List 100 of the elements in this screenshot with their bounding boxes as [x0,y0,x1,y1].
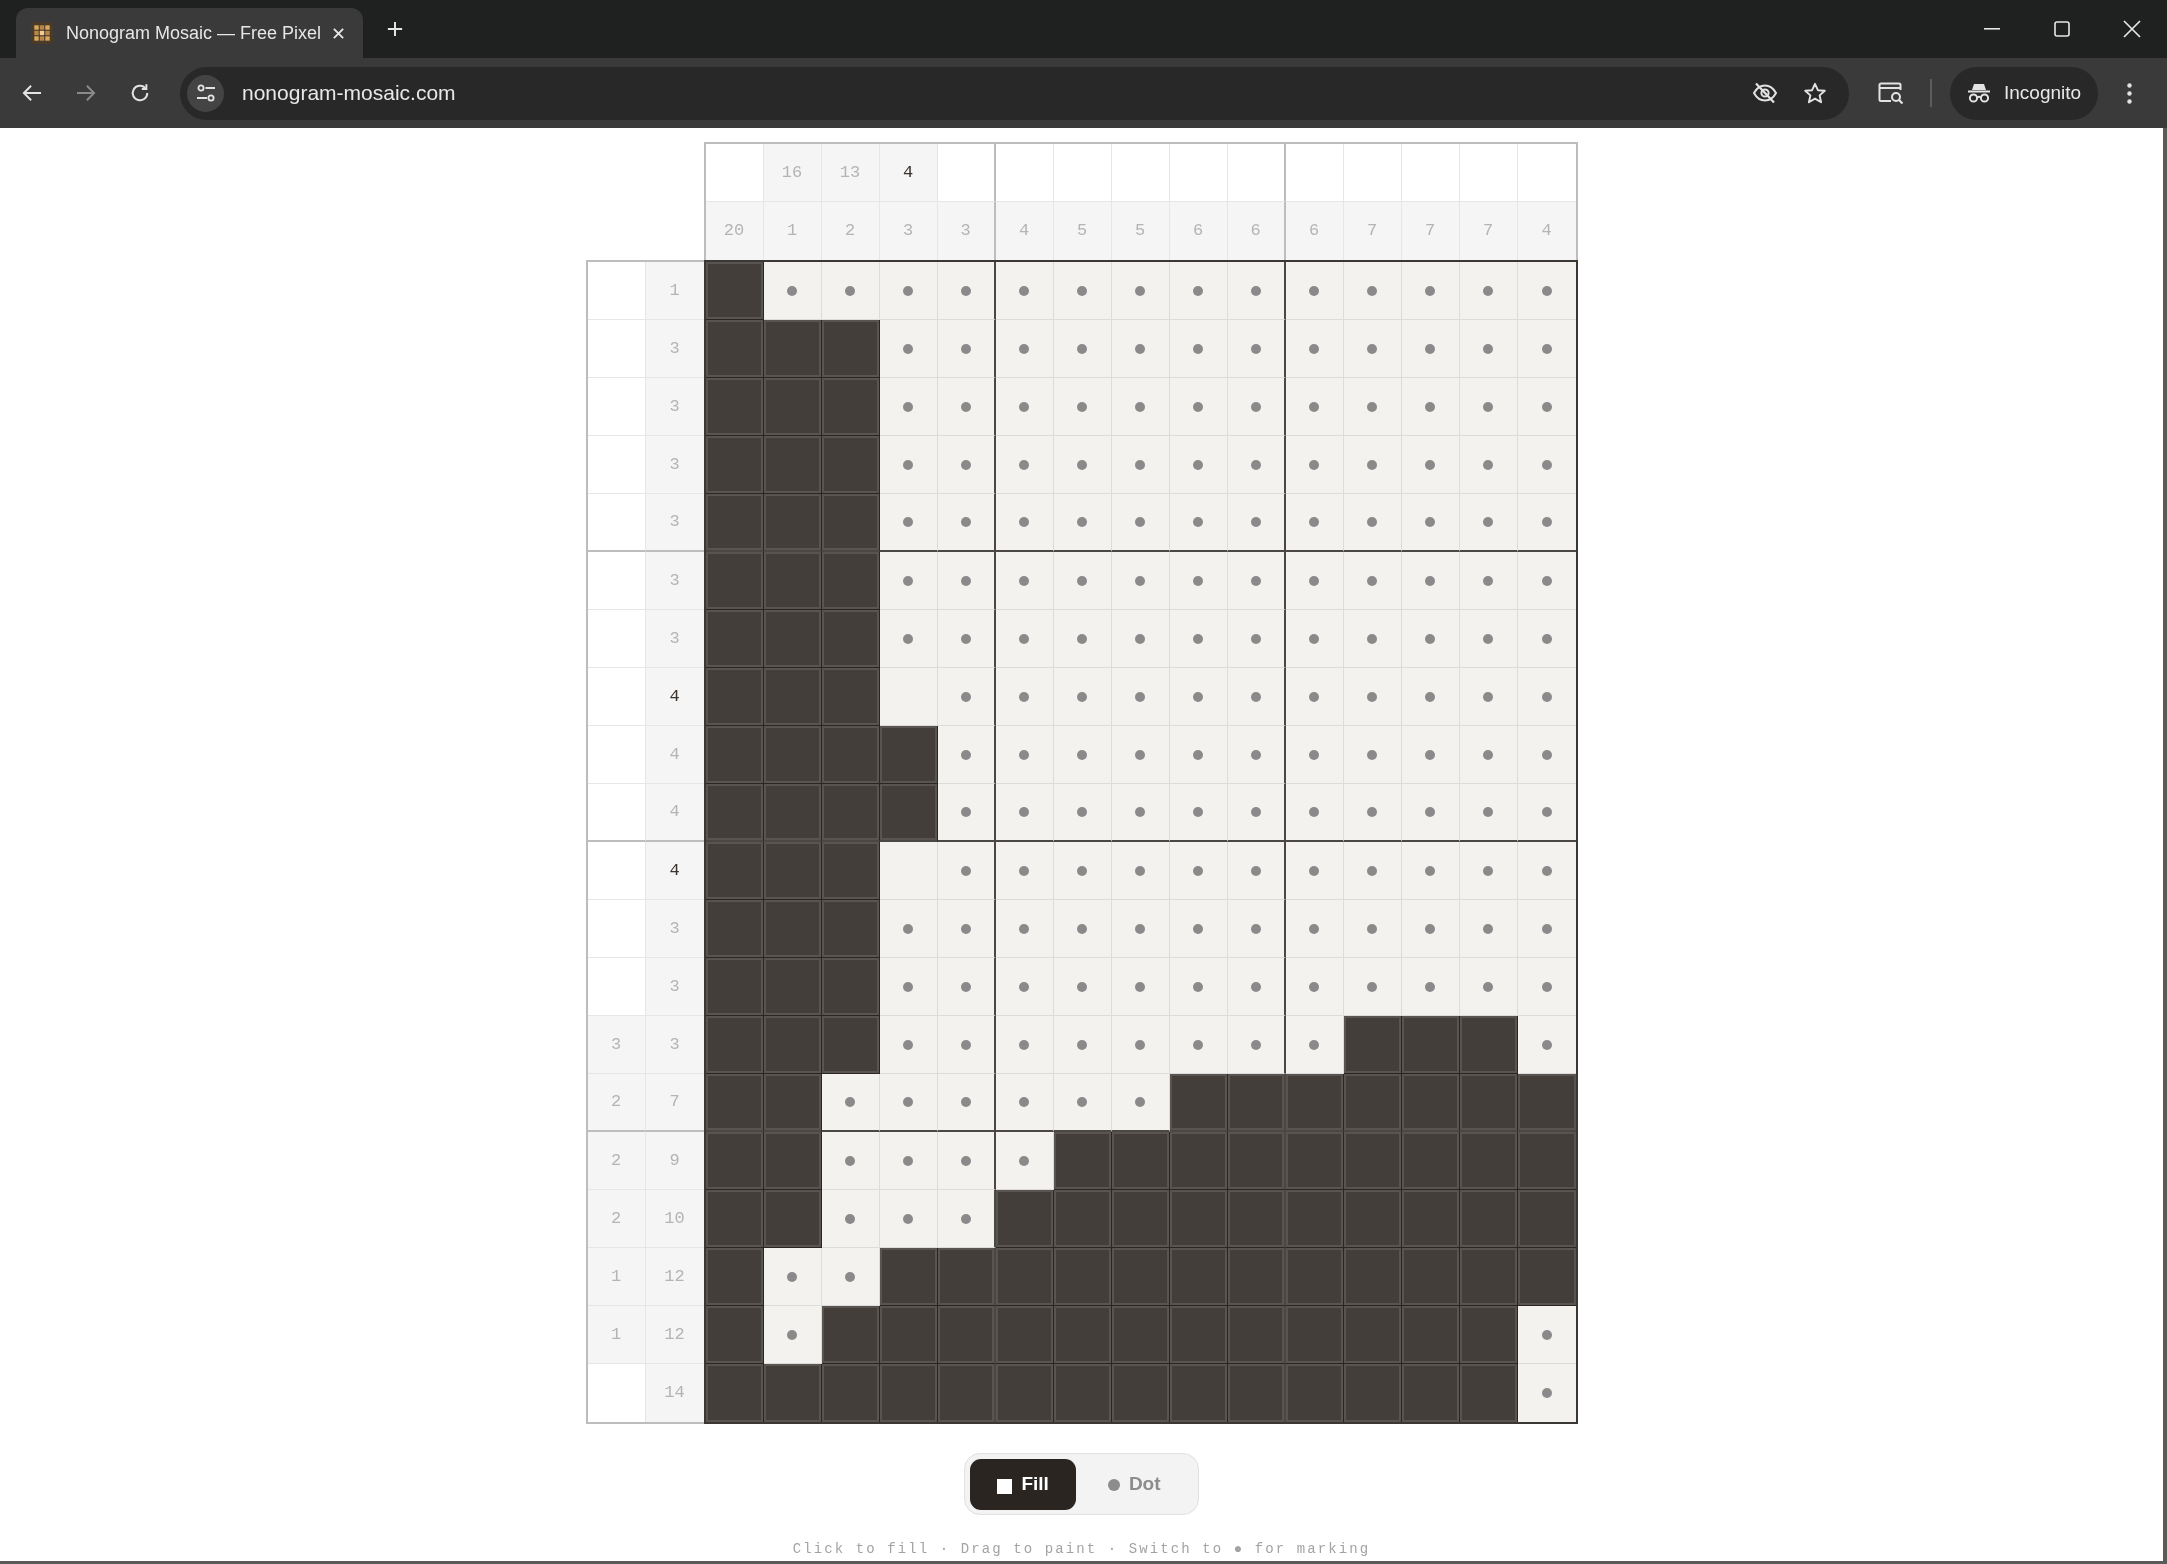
grid-cell[interactable] [1169,1074,1228,1132]
grid-cell[interactable] [1343,1248,1402,1306]
grid-cell[interactable] [995,1306,1054,1364]
browser-tab[interactable]: Nonogram Mosaic — Free Pixel [16,8,363,58]
grid-cell[interactable] [705,436,764,494]
grid-cell[interactable] [705,610,764,668]
grid-cell[interactable] [1227,378,1286,436]
grid-cell[interactable] [1053,1190,1112,1248]
grid-cell[interactable] [937,668,996,726]
grid-cell[interactable] [879,784,938,842]
grid-cell[interactable] [937,436,996,494]
grid-cell[interactable] [1227,1306,1286,1364]
grid-cell[interactable] [821,378,880,436]
grid-cell[interactable] [1227,610,1286,668]
grid-cell[interactable] [1285,1132,1344,1190]
grid-cell[interactable] [705,842,764,900]
grid-cell[interactable] [937,494,996,552]
grid-cell[interactable] [937,1074,996,1132]
grid-cell[interactable] [821,958,880,1016]
grid-cell[interactable] [879,726,938,784]
grid-cell[interactable] [821,668,880,726]
grid-cell[interactable] [705,784,764,842]
grid-cell[interactable] [1343,1190,1402,1248]
grid-cell[interactable] [1169,1306,1228,1364]
grid-cell[interactable] [1227,842,1286,900]
grid-cell[interactable] [1053,1248,1112,1306]
grid-cell[interactable] [821,900,880,958]
grid-cell[interactable] [1111,1248,1170,1306]
grid-cell[interactable] [705,1190,764,1248]
grid-cell[interactable] [763,668,822,726]
grid-cell[interactable] [1459,1074,1518,1132]
grid-cell[interactable] [937,1190,996,1248]
grid-cell[interactable] [1169,1364,1228,1422]
grid-cell[interactable] [763,1190,822,1248]
grid-cell[interactable] [1517,1074,1576,1132]
grid-cell[interactable] [1459,1016,1518,1074]
grid-cell[interactable] [1343,1074,1402,1132]
grid-cell[interactable] [1343,1132,1402,1190]
grid-cell[interactable] [937,784,996,842]
grid-cell[interactable] [1227,958,1286,1016]
grid-cell[interactable] [705,1248,764,1306]
grid-cell[interactable] [937,320,996,378]
grid-cell[interactable] [1517,1364,1576,1422]
grid-cell[interactable] [1111,1306,1170,1364]
grid-cell[interactable] [1111,1364,1170,1422]
grid-cell[interactable] [821,320,880,378]
grid-cell[interactable] [821,784,880,842]
grid-cell[interactable] [705,552,764,610]
grid-cell[interactable] [705,1364,764,1422]
grid-cell[interactable] [937,552,996,610]
grid-cell[interactable] [937,1306,996,1364]
grid-cell[interactable] [1343,1306,1402,1364]
grid-cell[interactable] [937,842,996,900]
grid-cell[interactable] [1401,1074,1460,1132]
grid-cell[interactable] [1227,668,1286,726]
grid-cell[interactable] [763,1016,822,1074]
grid-cell[interactable] [1459,1364,1518,1422]
grid-cell[interactable] [1459,1306,1518,1364]
grid-cell[interactable] [1401,1132,1460,1190]
grid-cell[interactable] [763,1364,822,1422]
grid-cell[interactable] [995,1364,1054,1422]
grid-cell[interactable] [821,610,880,668]
grid-cell[interactable] [1517,784,1576,842]
grid-cell[interactable] [1285,1190,1344,1248]
grid-cell[interactable] [705,668,764,726]
grid-cell[interactable] [821,842,880,900]
site-info-button[interactable] [187,74,224,112]
grid-cell[interactable] [1285,1364,1344,1422]
grid-cell[interactable] [1227,494,1286,552]
grid-cell[interactable] [705,1132,764,1190]
grid-cell[interactable] [705,1306,764,1364]
grid-cell[interactable] [1517,494,1576,552]
grid-cell[interactable] [1343,1016,1402,1074]
grid-cell[interactable] [879,1306,938,1364]
grid-cell[interactable] [763,552,822,610]
grid-cell[interactable] [821,552,880,610]
grid-cell[interactable] [1401,1364,1460,1422]
grid-cell[interactable] [1517,1132,1576,1190]
grid-cell[interactable] [1227,1132,1286,1190]
grid-cell[interactable] [937,610,996,668]
grid-cell[interactable] [763,1132,822,1190]
grid-cell[interactable] [705,726,764,784]
grid-cell[interactable] [705,378,764,436]
grid-cell[interactable] [1169,1248,1228,1306]
grid-cell[interactable] [821,1016,880,1074]
grid-cell[interactable] [1401,1248,1460,1306]
grid-cell[interactable] [879,1248,938,1306]
grid-cell[interactable] [1227,552,1286,610]
grid-cell[interactable] [1227,784,1286,842]
grid-cell[interactable] [1227,1248,1286,1306]
grid-cell[interactable] [821,494,880,552]
grid-cell[interactable] [1111,1190,1170,1248]
grid-cell[interactable] [1401,1306,1460,1364]
grid-cell[interactable] [705,320,764,378]
grid-cell[interactable] [763,784,822,842]
grid-cell[interactable] [1227,320,1286,378]
grid-cell[interactable] [705,900,764,958]
grid-cell[interactable] [879,1364,938,1422]
grid-cell[interactable] [763,494,822,552]
grid-cell[interactable] [1227,262,1286,320]
